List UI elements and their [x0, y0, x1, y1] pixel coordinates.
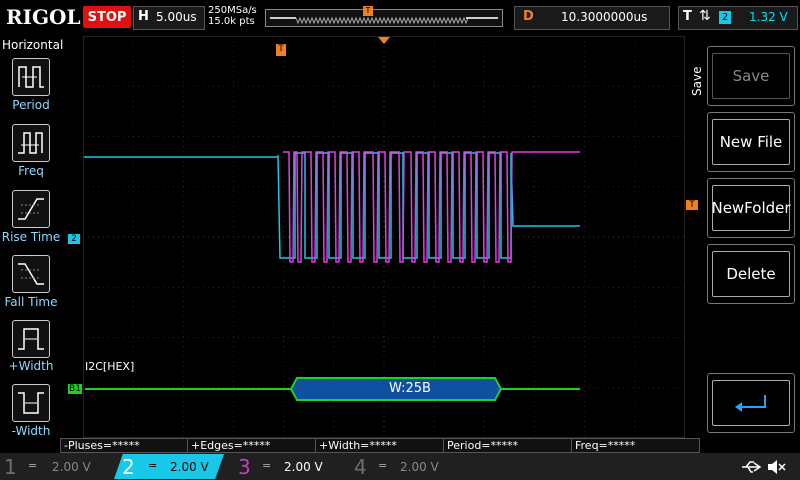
fall-time-icon — [18, 263, 44, 285]
channel-3-box[interactable]: 3 = 2.00 V — [232, 454, 342, 479]
memory-depth: 15.0k pts — [208, 16, 255, 27]
trigger-level-marker[interactable]: T — [686, 200, 698, 210]
trigger-source: 2 — [719, 11, 731, 24]
frequency-label: Freq — [18, 164, 44, 178]
trigger-edge-icon: ⇅ — [699, 8, 711, 24]
measurement-width[interactable]: +Width=***** — [315, 438, 444, 453]
channel-2-box[interactable]: 2 = 2.00 V — [114, 454, 224, 479]
horizontal-scale: 5.00us — [156, 10, 197, 24]
trigger-box[interactable]: T ⇅ 2 1.32 V — [678, 6, 798, 30]
fall-time-label: Fall Time — [4, 295, 58, 309]
channel-1-number: 1 — [4, 455, 17, 479]
new-folder-button[interactable]: NewFolder — [707, 178, 795, 238]
measurement-period[interactable]: Period=***** — [443, 438, 572, 453]
enter-button-inner — [712, 380, 790, 426]
channel-3-coupling: = — [262, 459, 272, 472]
rise-time-label: Rise Time — [1, 230, 61, 244]
center-position-marker — [378, 37, 390, 44]
period-button[interactable] — [12, 58, 50, 96]
channel-4-box[interactable]: 4 = 2.00 V — [348, 454, 458, 479]
trigger-level: 1.32 V — [749, 10, 788, 24]
memory-overview-waveform — [266, 10, 502, 26]
channel-4-number: 4 — [354, 455, 367, 479]
channel-2-coupling: = — [148, 459, 158, 472]
save-button-label: Save — [712, 53, 790, 99]
bus-marker[interactable]: B1 — [68, 384, 82, 394]
run-stop-status[interactable]: STOP — [83, 6, 131, 28]
decode-packet-text: W:25B — [389, 381, 431, 396]
usb-icon — [742, 461, 762, 473]
memory-overview-strip[interactable] — [265, 9, 503, 27]
channel-3-number: 3 — [238, 455, 251, 479]
channel-4-coupling: = — [378, 459, 388, 472]
negative-width-label: -Width — [11, 424, 51, 438]
waveform-grid — [82, 35, 686, 439]
delete-button-label: Delete — [712, 251, 790, 297]
acquisition-info: 250MSa/s 15.0k pts — [208, 5, 257, 27]
negative-width-button[interactable] — [12, 384, 50, 422]
frequency-button[interactable] — [12, 124, 50, 162]
negative-width-icon — [18, 392, 44, 414]
save-button[interactable]: Save — [707, 46, 795, 106]
fall-time-button[interactable] — [12, 255, 50, 293]
positive-width-icon — [18, 328, 44, 350]
speaker-muted-icon[interactable] — [766, 458, 786, 476]
channel-3-scale: 2.00 V — [284, 460, 323, 474]
brand-logo: RIGOL — [6, 5, 81, 29]
delay-box[interactable]: D 10.3000000us — [514, 6, 670, 30]
sample-rate: 250MSa/s — [208, 5, 257, 16]
new-folder-button-label: NewFolder — [711, 185, 791, 231]
new-file-button[interactable]: New File — [707, 112, 795, 172]
positive-width-label: +Width — [8, 359, 54, 373]
measurement-edges[interactable]: +Edges=***** — [187, 438, 316, 453]
enter-icon — [735, 395, 766, 412]
rise-time-button[interactable] — [12, 190, 50, 228]
trigger-label: T — [683, 9, 692, 24]
delay-value: 10.3000000us — [561, 10, 648, 24]
horizontal-timebase[interactable]: H 5.00us — [133, 6, 205, 30]
frequency-icon — [18, 132, 43, 154]
measurement-pulses[interactable]: -Pluses=***** — [60, 438, 189, 453]
measurement-frequency[interactable]: Freq=***** — [571, 438, 700, 453]
enter-button[interactable] — [707, 373, 795, 433]
rise-time-icon — [18, 198, 44, 220]
left-menu-title: Horizontal — [2, 38, 64, 52]
period-icon — [18, 66, 44, 88]
delay-label: D — [523, 9, 534, 24]
decode-label: I2C[HEX] — [85, 360, 135, 373]
channel-1-scale: 2.00 V — [52, 460, 91, 474]
horizontal-label: H — [138, 9, 149, 24]
menu-tab-save: Save — [690, 66, 704, 96]
channel-1-box[interactable]: 1 = 2.00 V — [0, 454, 110, 479]
channel-2-offset-marker[interactable]: 2 — [68, 234, 80, 244]
channel-2-number: 2 — [122, 455, 135, 479]
period-label: Period — [12, 98, 50, 112]
channel-4-scale: 2.00 V — [400, 460, 439, 474]
delete-button[interactable]: Delete — [707, 244, 795, 304]
trigger-time-marker[interactable]: T — [276, 44, 286, 56]
channel-2-scale: 2.00 V — [170, 460, 209, 474]
new-file-button-label: New File — [712, 119, 790, 165]
channel-1-coupling: = — [28, 459, 38, 472]
trigger-position-marker: T — [363, 6, 373, 16]
positive-width-button[interactable] — [12, 320, 50, 358]
waveform-display[interactable] — [82, 35, 686, 439]
